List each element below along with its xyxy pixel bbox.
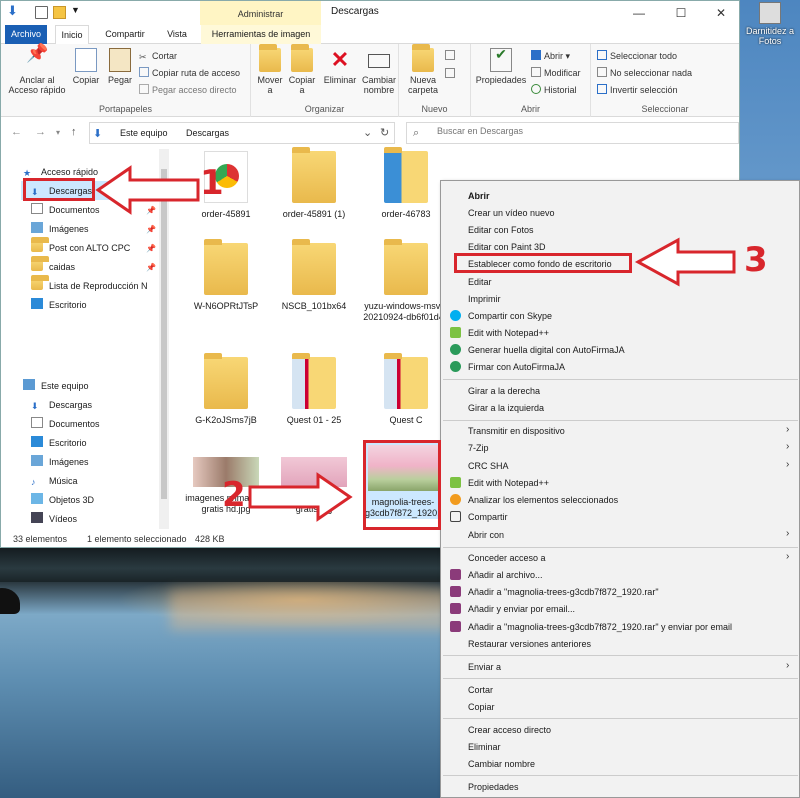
annotation-arrow-3 — [634, 237, 736, 287]
annotation-arrow-1 — [95, 165, 200, 215]
annotation-number-2: 2 — [222, 475, 246, 515]
annotation-arrow-2 — [248, 472, 353, 522]
annotation-arrows — [95, 165, 736, 522]
annotation-number-3: 3 — [744, 240, 768, 280]
annotation-number-1: 1 — [200, 163, 224, 203]
